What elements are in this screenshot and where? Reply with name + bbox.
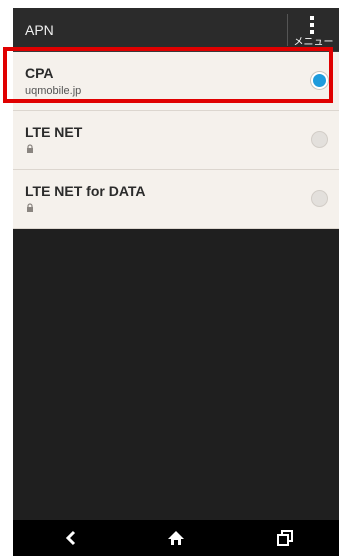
- overflow-menu-icon: [310, 16, 314, 34]
- phone-screen: APN メニュー CPA uqmobile.jp LTE NET LTE NET…: [13, 8, 339, 556]
- lock-icon: [27, 203, 33, 212]
- navigation-bar: [13, 520, 339, 556]
- apn-radio-selected[interactable]: [311, 72, 328, 89]
- lock-icon: [27, 144, 33, 153]
- menu-button[interactable]: メニュー: [288, 8, 339, 51]
- apn-list: CPA uqmobile.jp LTE NET LTE NET for DATA: [13, 52, 339, 229]
- apn-radio[interactable]: [311, 190, 328, 207]
- action-bar: APN メニュー: [13, 8, 339, 52]
- recents-icon: [277, 530, 293, 546]
- apn-name: LTE NET for DATA: [25, 183, 146, 199]
- apn-name: CPA: [25, 65, 54, 81]
- home-icon: [168, 531, 184, 545]
- apn-subtitle: uqmobile.jp: [25, 85, 82, 97]
- back-button[interactable]: [41, 520, 101, 556]
- apn-item-lte-net-for-data[interactable]: LTE NET for DATA: [13, 170, 339, 229]
- back-icon: [65, 530, 76, 546]
- home-button[interactable]: [146, 520, 206, 556]
- apn-radio[interactable]: [311, 131, 328, 148]
- menu-label: メニュー: [293, 37, 334, 48]
- page-title: APN: [25, 22, 54, 38]
- recents-button[interactable]: [255, 520, 315, 556]
- apn-item-lte-net[interactable]: LTE NET: [13, 111, 339, 170]
- apn-item-cpa[interactable]: CPA uqmobile.jp: [13, 52, 339, 111]
- apn-name: LTE NET: [25, 124, 83, 140]
